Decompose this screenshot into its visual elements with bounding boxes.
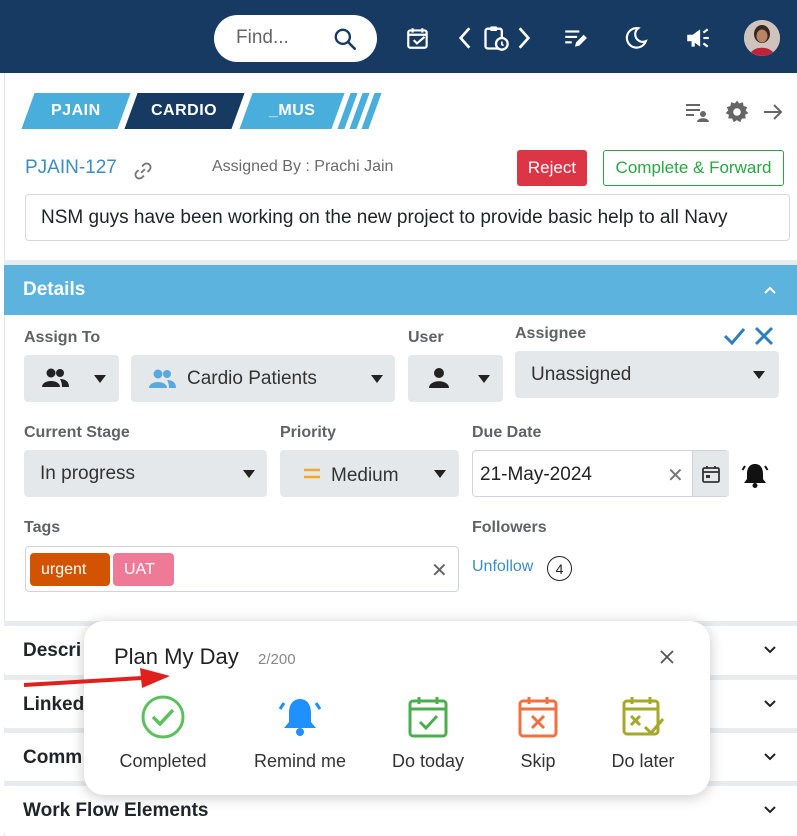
tags-label: Tags — [24, 519, 61, 536]
assign-to-label: Assign To — [24, 329, 101, 346]
search-input[interactable] — [236, 24, 336, 52]
complete-forward-button[interactable]: Complete & Forward — [603, 150, 784, 186]
caret-down-icon — [753, 371, 765, 379]
calendar-x-icon — [483, 693, 593, 741]
do-later-action[interactable]: Do later — [588, 693, 698, 772]
section-title: Work Flow Elements — [23, 800, 209, 821]
tag-chip[interactable]: urgent — [30, 553, 110, 586]
top-navbar — [0, 0, 797, 73]
chip-label: PJAIN — [51, 102, 101, 119]
assign-user-list-icon[interactable] — [684, 99, 710, 125]
calendar-later-icon — [588, 693, 698, 741]
tag-chip[interactable]: UAT — [113, 553, 174, 586]
cancel-close-icon[interactable] — [753, 325, 775, 352]
section-title: Details — [23, 279, 86, 300]
user-label: User — [408, 329, 444, 346]
plan-my-day-popup: Plan My Day 2/200 Completed Remind me Do… — [84, 621, 710, 795]
list-edit-icon[interactable] — [561, 24, 589, 52]
confirm-check-icon[interactable] — [722, 325, 746, 352]
close-icon[interactable] — [659, 649, 675, 670]
reject-button[interactable]: Reject — [517, 150, 587, 186]
clear-tags-icon[interactable]: ✕ — [431, 558, 448, 583]
current-stage-label: Current Stage — [24, 424, 130, 441]
assign-to-select[interactable]: Cardio Patients — [131, 355, 395, 402]
gear-icon[interactable] — [724, 99, 750, 125]
current-stage-select[interactable]: In progress — [24, 450, 267, 497]
chevron-down-icon[interactable] — [762, 696, 778, 717]
users-group-icon — [147, 368, 177, 395]
remind-me-action[interactable]: Remind me — [245, 693, 355, 772]
task-title-field[interactable]: NSM guys have been working on the new pr… — [25, 194, 790, 241]
user-icon — [428, 367, 450, 394]
search-icon[interactable] — [332, 26, 358, 57]
chip-label: CARDIO — [151, 102, 218, 119]
megaphone-icon[interactable] — [684, 24, 712, 52]
calendar-check-icon[interactable] — [404, 24, 432, 52]
assignee-label: Assignee — [515, 325, 587, 342]
chip-project[interactable]: PJAIN — [21, 93, 131, 129]
bell-icon — [245, 693, 355, 741]
task-id-link[interactable]: PJAIN-127 — [25, 157, 117, 179]
section-title: Comm — [23, 747, 83, 768]
user-avatar[interactable] — [744, 20, 780, 56]
caret-down-icon — [478, 375, 490, 383]
caret-down-icon — [371, 375, 383, 383]
priority-label: Priority — [280, 424, 337, 441]
chip-module[interactable]: _MUS — [239, 93, 345, 129]
action-label: Completed — [119, 751, 207, 771]
assigned-by-text: Assigned By : Prachi Jain — [212, 158, 394, 175]
popup-count: 2/200 — [258, 651, 296, 668]
follower-count-badge[interactable]: 4 — [547, 556, 572, 581]
reminder-bell-icon[interactable] — [741, 461, 769, 494]
unfollow-link[interactable]: Unfollow — [472, 558, 533, 576]
assign-to-value: Cardio Patients — [187, 368, 317, 389]
do-today-action[interactable]: Do today — [373, 693, 483, 772]
section-title: Descri — [23, 640, 82, 661]
annotation-arrow — [22, 666, 172, 701]
task-page: PJAIN CARDIO _MUS PJAIN-127 Assigned By … — [0, 0, 797, 836]
chevron-down-icon[interactable] — [762, 802, 778, 823]
action-label: Do today — [391, 751, 465, 771]
search-box[interactable] — [214, 15, 377, 62]
caret-down-icon — [243, 470, 255, 478]
user-select[interactable] — [408, 355, 503, 402]
calendar-icon[interactable] — [692, 451, 729, 496]
due-date-value: 21-May-2024 — [480, 464, 592, 485]
due-date-field[interactable]: 21-May-2024 ✕ — [472, 450, 729, 497]
completed-action[interactable]: Completed — [108, 693, 218, 772]
moon-icon[interactable] — [622, 24, 650, 52]
priority-select[interactable]: Medium — [280, 450, 459, 497]
chevron-left-icon[interactable] — [455, 24, 475, 52]
due-date-label: Due Date — [472, 424, 542, 441]
chevron-right-icon[interactable] — [514, 24, 534, 52]
arrow-right-icon[interactable] — [760, 99, 786, 125]
action-label: Skip — [520, 751, 556, 771]
chip-department[interactable]: CARDIO — [124, 93, 245, 129]
details-section-header[interactable]: Details — [4, 265, 797, 315]
calendar-check-icon — [373, 693, 483, 741]
chip-label: _MUS — [268, 102, 316, 119]
chevron-down-icon[interactable] — [762, 642, 778, 663]
action-label: Remind me — [253, 751, 347, 771]
users-group-icon — [40, 367, 70, 394]
clipboard-clock-icon[interactable] — [482, 24, 510, 52]
caret-down-icon — [94, 375, 106, 383]
assign-type-select[interactable] — [24, 355, 119, 402]
link-icon[interactable] — [132, 160, 154, 187]
assignee-value: Unassigned — [531, 364, 632, 385]
action-label: Do later — [611, 751, 675, 771]
clear-date-icon[interactable]: ✕ — [667, 463, 684, 488]
priority-medium-icon — [302, 467, 322, 485]
skip-action[interactable]: Skip — [483, 693, 593, 772]
chevron-up-icon[interactable] — [762, 282, 778, 303]
tags-field[interactable]: urgent UAT ✕ — [25, 546, 459, 592]
caret-down-icon — [434, 470, 446, 478]
chevron-down-icon[interactable] — [762, 749, 778, 770]
followers-label: Followers — [472, 519, 547, 536]
priority-value: Medium — [331, 465, 399, 486]
current-stage-value: In progress — [40, 463, 136, 484]
assignee-select[interactable]: Unassigned — [515, 351, 779, 398]
